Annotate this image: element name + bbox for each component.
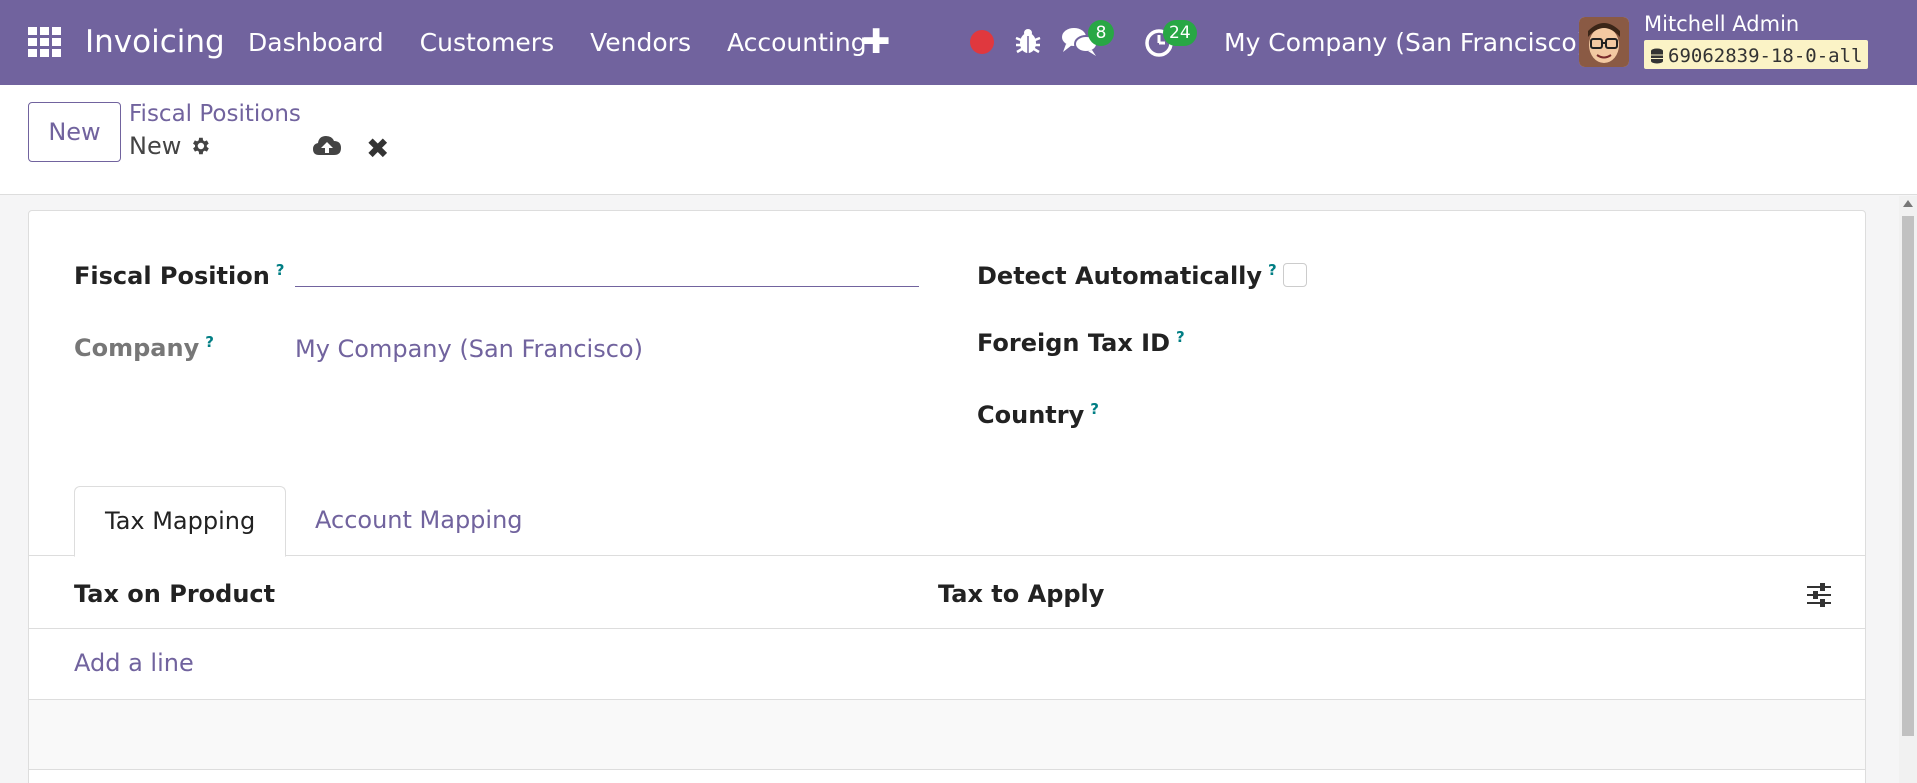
app-brand[interactable]: Invoicing [85,24,225,60]
detect-automatically-checkbox[interactable] [1283,263,1307,287]
fiscal-position-label-text: Fiscal Position [74,262,270,290]
menu-accounting[interactable]: Accounting [727,28,867,57]
detect-automatically-label-text: Detect Automatically [977,262,1263,290]
save-cloud-icon[interactable] [312,133,342,159]
company-value[interactable]: My Company (San Francisco) [295,335,643,363]
form-sheet: Fiscal Position? Company? My Company (Sa… [28,210,1866,783]
breadcrumb-current-label: New [129,132,182,160]
messages-badge: 8 [1088,20,1114,46]
optional-columns-icon[interactable] [1805,581,1833,609]
database-icon [1651,48,1663,63]
top-navbar: Invoicing Dashboard Customers Vendors Ac… [0,0,1917,85]
notebook-tabs: Tax Mapping Account Mapping [29,486,1865,557]
help-icon[interactable]: ? [1268,261,1277,279]
column-tax-on-product[interactable]: Tax on Product [74,580,275,608]
menu-vendors[interactable]: Vendors [590,28,691,57]
foreign-tax-id-label-text: Foreign Tax ID [977,329,1171,357]
foreign-tax-id-label: Foreign Tax ID? [977,328,1185,357]
user-name[interactable]: Mitchell Admin [1644,12,1799,36]
scroll-up-icon[interactable] [1903,200,1913,207]
company-label: Company? [74,333,214,362]
activity-badge: 24 [1163,20,1197,46]
new-button[interactable]: New [28,102,121,162]
plus-icon[interactable]: ✚ [862,22,891,62]
add-line-row: Add a line [29,629,1865,700]
company-switcher[interactable]: My Company (San Francisco) [1224,28,1586,57]
gear-icon[interactable] [189,135,211,157]
empty-row [29,700,1865,770]
fiscal-position-label: Fiscal Position? [74,261,284,290]
bug-icon[interactable] [1013,26,1043,56]
scroll-thumb[interactable] [1902,216,1914,736]
help-icon[interactable]: ? [205,333,214,351]
tab-tax-mapping[interactable]: Tax Mapping [74,486,287,557]
menu-customers[interactable]: Customers [420,28,554,57]
add-line-link[interactable]: Add a line [74,649,194,677]
country-label: Country? [977,400,1099,429]
control-panel: New Fiscal Positions New ✖ [0,85,1917,195]
country-label-text: Country [977,401,1085,429]
database-badge: 69062839-18-0-all [1644,40,1869,69]
record-icon[interactable] [970,30,994,54]
help-icon[interactable]: ? [276,261,285,279]
database-name: 69062839-18-0-all [1668,44,1863,67]
detect-automatically-label: Detect Automatically? [977,261,1277,290]
menu-dashboard[interactable]: Dashboard [248,28,384,57]
user-avatar[interactable] [1579,17,1629,67]
apps-menu-icon[interactable] [28,27,62,57]
tab-account-mapping[interactable]: Account Mapping [285,486,553,557]
column-tax-to-apply[interactable]: Tax to Apply [938,580,1104,608]
help-icon[interactable]: ? [1090,400,1099,418]
help-icon[interactable]: ? [1176,328,1185,346]
page-scrollbar[interactable] [1899,196,1917,783]
company-label-text: Company [74,334,200,362]
table-header: Tax on Product Tax to Apply [29,556,1865,629]
discard-icon[interactable]: ✖ [366,132,389,165]
breadcrumb-current: New [129,132,211,160]
fiscal-position-input[interactable] [295,247,919,287]
main-menu: Dashboard Customers Vendors Accounting [248,28,903,57]
breadcrumb-fiscal-positions[interactable]: Fiscal Positions [129,101,301,127]
